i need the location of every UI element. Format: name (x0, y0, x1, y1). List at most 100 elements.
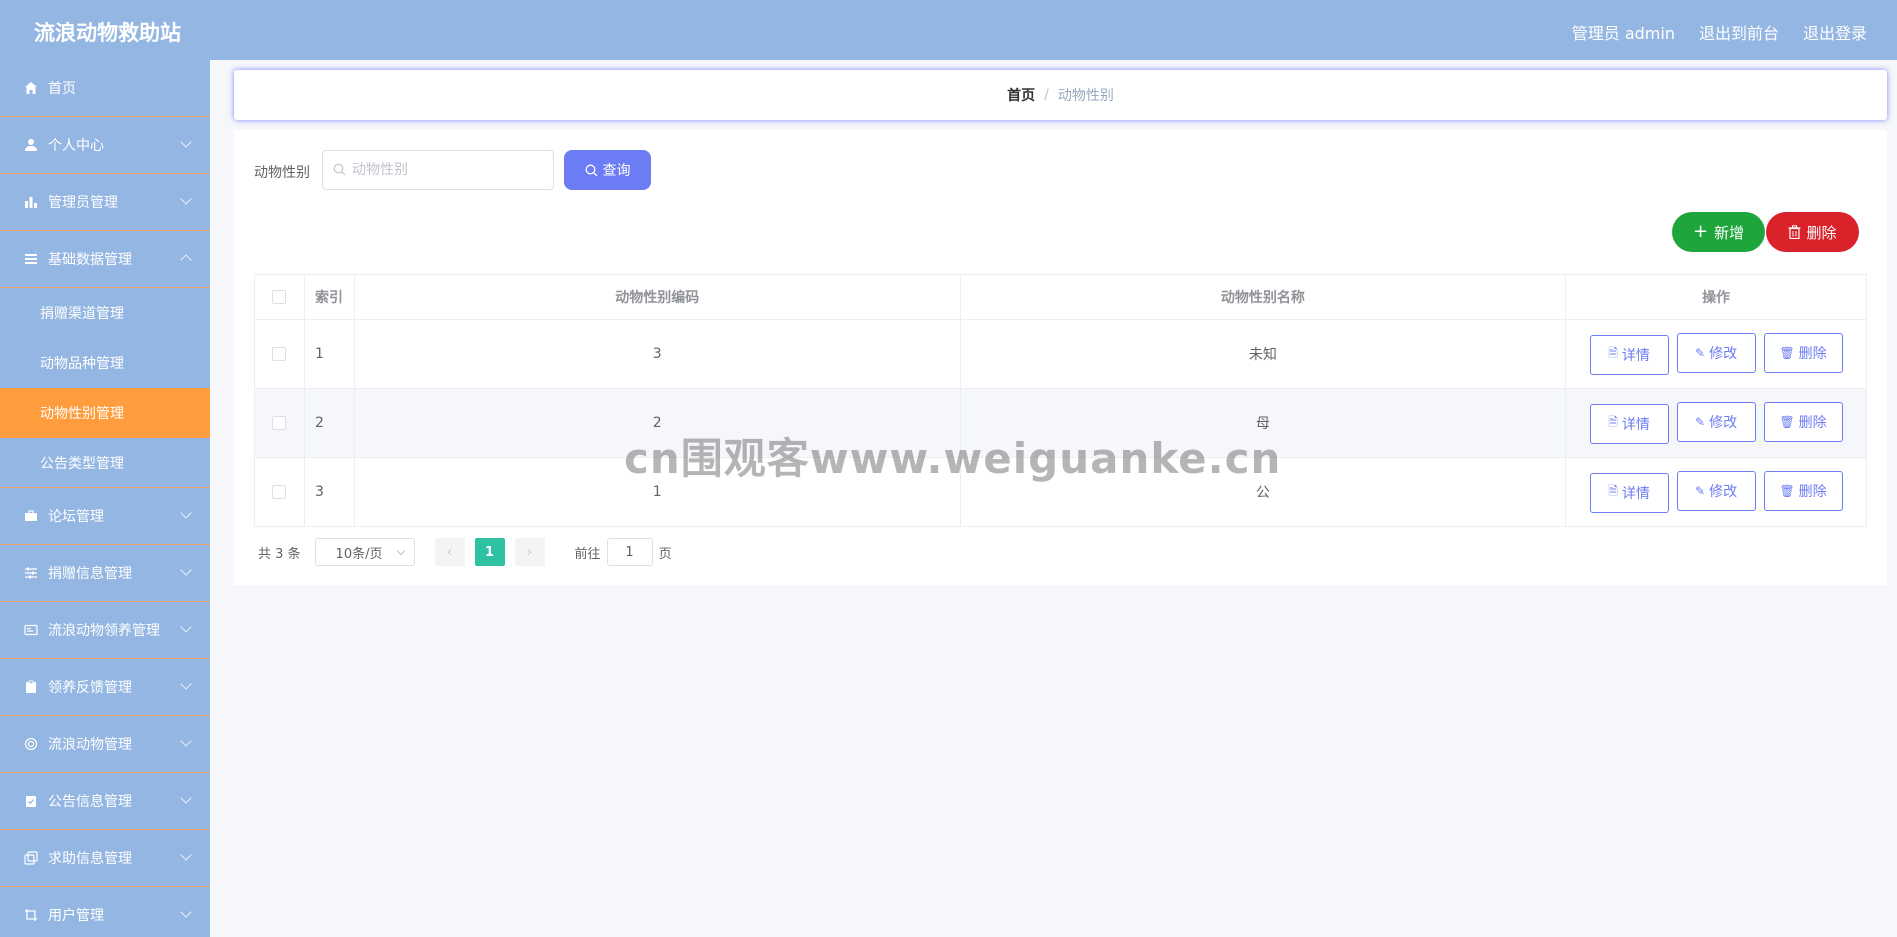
cell-actions: 🗎 详情 ✎ 修改 🗑 删除 (1565, 319, 1867, 389)
plus-icon: + (1692, 221, 1709, 242)
sidebar-item-label: 公告信息管理 (48, 794, 132, 810)
edit-icon: ✎ (1695, 415, 1706, 430)
sidebar-subitem-label: 捐赠渠道管理 (40, 306, 124, 322)
table-header-row: 索引 动物性别编码 动物性别名称 操作 (254, 274, 1867, 320)
column-header-index: 索引 (303, 274, 355, 320)
goto-suffix: 页 (658, 546, 672, 562)
select-all-cell (254, 274, 305, 320)
goto-page-input[interactable] (606, 538, 653, 566)
sidebar-item-donation[interactable]: 捐赠信息管理 (0, 545, 210, 602)
sidebar-item-admin[interactable]: 管理员管理 (0, 174, 210, 231)
sidebar-item-forum[interactable]: 论坛管理 (0, 488, 210, 545)
watermark: cn围观客www.weiguanke.cn (624, 434, 1282, 483)
table-row: 1 3 未知 🗎 详情 ✎ 修改 🗑 删除 (254, 319, 1867, 389)
batch-delete-button[interactable]: 删除 (1766, 212, 1859, 252)
detail-button-label: 详情 (1621, 485, 1650, 502)
next-page-button[interactable]: › (514, 538, 545, 566)
content-card: 动物性别 查询 + 新增 删除 索引 动物性别编码 动物性别名称 操作 (234, 130, 1887, 585)
sidebar-item-stray-animal[interactable]: 流浪动物管理 (0, 716, 210, 773)
sidebar-item-profile[interactable]: 个人中心 (0, 117, 210, 174)
sidebar-item-label: 用户管理 (48, 908, 104, 924)
site-title: 流浪动物救助站 (34, 21, 181, 45)
sidebar-item-help[interactable]: 求助信息管理 (0, 830, 210, 887)
pagination: 共 3 条 10条/页 ‹ 1 › 前往 页 (258, 537, 672, 567)
search-field[interactable] (322, 150, 554, 190)
sidebar-subitem-notice-type[interactable]: 公告类型管理 (0, 438, 210, 488)
row-select-cell (254, 388, 305, 458)
chevron-up-icon (180, 254, 192, 266)
sidebar-item-label: 基础数据管理 (48, 252, 132, 268)
detail-button-label: 详情 (1621, 347, 1650, 364)
sidebar-subitem-donation-channel[interactable]: 捐赠渠道管理 (0, 288, 210, 338)
edit-button[interactable]: ✎ 修改 (1676, 333, 1756, 374)
search-input[interactable] (352, 162, 542, 178)
sidebar-item-label: 流浪动物领养管理 (48, 623, 160, 639)
logout-link[interactable]: 退出登录 (1803, 20, 1867, 44)
chevron-down-icon (180, 507, 192, 519)
detail-button[interactable]: 🗎 详情 (1589, 334, 1669, 375)
query-button[interactable]: 查询 (564, 150, 651, 190)
batch-delete-button-label: 删除 (1806, 223, 1837, 242)
delete-button-label: 删除 (1798, 415, 1827, 432)
row-checkbox[interactable] (272, 347, 287, 361)
trash-icon: 🗑 (1779, 484, 1795, 499)
admin-user-label[interactable]: 管理员 admin (1572, 20, 1675, 44)
detail-button-label: 详情 (1621, 416, 1650, 433)
detail-button[interactable]: 🗎 详情 (1589, 472, 1669, 513)
sidebar-item-home[interactable]: 首页 (0, 60, 210, 117)
crop-icon (23, 907, 39, 923)
list-icon (23, 251, 39, 267)
edit-icon: ✎ (1695, 346, 1706, 361)
sidebar-item-feedback[interactable]: 领养反馈管理 (0, 659, 210, 716)
breadcrumb-separator: / (1044, 87, 1049, 103)
row-select-cell (254, 319, 305, 389)
delete-button[interactable]: 🗑 删除 (1763, 471, 1843, 512)
row-checkbox[interactable] (272, 416, 287, 430)
sidebar-item-notice[interactable]: 公告信息管理 (0, 773, 210, 830)
delete-button[interactable]: 🗑 删除 (1763, 333, 1843, 374)
card-icon (23, 622, 39, 638)
edit-button[interactable]: ✎ 修改 (1676, 402, 1756, 443)
delete-button[interactable]: 🗑 删除 (1763, 402, 1843, 443)
sidebar-subitem-label: 公告类型管理 (40, 455, 124, 472)
column-header-actions: 操作 (1565, 274, 1867, 320)
data-table: 索引 动物性别编码 动物性别名称 操作 1 3 未知 🗎 详情 ✎ 修改 🗑 删除 2 2… (254, 274, 1867, 527)
sidebar-item-users[interactable]: 用户管理 (0, 887, 210, 937)
detail-button[interactable]: 🗎 详情 (1589, 403, 1669, 444)
trash-icon: 🗑 (1779, 415, 1795, 430)
cell-index: 1 (303, 319, 355, 389)
add-button[interactable]: + 新增 (1672, 212, 1765, 252)
chevron-down-icon (180, 564, 192, 576)
page-size-select[interactable]: 10条/页 (314, 538, 415, 566)
sidebar-item-label: 捐赠信息管理 (48, 566, 132, 582)
chevron-down-icon (180, 678, 192, 690)
top-header: 流浪动物救助站 管理员 admin 退出到前台 退出登录 (0, 0, 1897, 60)
document-icon: 🗎 (1608, 415, 1618, 430)
sidebar-subitem-animal-breed[interactable]: 动物品种管理 (0, 338, 210, 388)
sidebar-item-basic-data[interactable]: 基础数据管理 (0, 231, 210, 288)
breadcrumb-home[interactable]: 首页 (1007, 85, 1035, 105)
exit-to-frontend-link[interactable]: 退出到前台 (1699, 20, 1779, 44)
row-checkbox[interactable] (272, 485, 287, 499)
sidebar: 首页 个人中心 管理员管理 基础数据管理 捐赠渠道管理 动物品种管理 动物性别管… (0, 60, 210, 937)
cell-index: 2 (303, 388, 355, 458)
sidebar-subitem-animal-gender[interactable]: 动物性别管理 (0, 388, 210, 438)
page-number-button[interactable]: 1 (474, 538, 505, 566)
edit-button[interactable]: ✎ 修改 (1676, 471, 1756, 512)
chevron-down-icon (180, 735, 192, 747)
sidebar-item-adoption[interactable]: 流浪动物领养管理 (0, 602, 210, 659)
search-label: 动物性别 (254, 165, 310, 181)
select-all-checkbox[interactable] (272, 290, 287, 304)
cell-actions: 🗎 详情 ✎ 修改 🗑 删除 (1565, 388, 1867, 458)
prev-page-button[interactable]: ‹ (434, 538, 465, 566)
edit-button-label: 修改 (1709, 415, 1738, 432)
chevron-down-icon (180, 849, 192, 861)
home-icon (23, 80, 39, 96)
briefcase-icon (23, 508, 39, 524)
chevron-down-icon (180, 621, 192, 633)
sidebar-subitem-label: 动物性别管理 (40, 406, 124, 422)
chevron-down-icon (396, 546, 405, 555)
circle-icon (23, 736, 39, 752)
user-icon (23, 137, 39, 153)
sidebar-item-label: 领养反馈管理 (48, 680, 132, 696)
